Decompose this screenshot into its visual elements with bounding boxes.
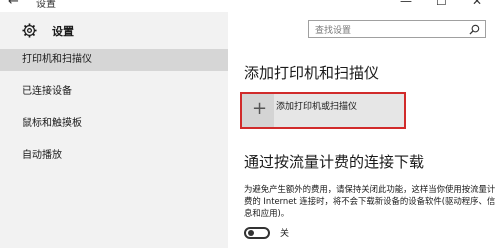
plus-icon: +	[242, 94, 274, 127]
maximize-icon[interactable]: ☐	[436, 0, 447, 8]
page-title: 添加打印机和扫描仪	[244, 64, 380, 82]
back-arrow-icon[interactable]: ←	[8, 0, 19, 9]
settings-window: ← 设置 — ☐ ✕ 设置 打印机和扫描仪 已连接设备 鼠标和触摸板 自动播放 …	[0, 0, 500, 248]
metered-section-title: 通过按流量计费的连接下载	[244, 153, 425, 171]
minimize-icon[interactable]: —	[400, 0, 412, 8]
search-placeholder: 查找设置	[315, 26, 352, 36]
sidebar-item-connected-devices[interactable]: 已连接设备	[0, 81, 228, 103]
metered-description: 为避免产生额外的费用，请保持关闭此功能，这样当你使用按流量计费的 Interne…	[244, 184, 496, 218]
search-icon[interactable]	[469, 24, 480, 35]
sidebar-item-mouse-touchpad[interactable]: 鼠标和触摸板	[0, 113, 228, 135]
window-title: 设置	[36, 0, 56, 10]
add-printer-label: 添加打印机或扫描仪	[276, 102, 358, 112]
plus-glyph: +	[252, 98, 268, 119]
gear-icon	[22, 23, 37, 38]
toggle-knob	[248, 230, 254, 236]
close-icon[interactable]: ✕	[472, 0, 482, 8]
sidebar-item-autoplay[interactable]: 自动播放	[0, 145, 228, 167]
metered-download-toggle[interactable]	[244, 227, 270, 239]
toggle-state-label: 关	[280, 229, 290, 239]
sidebar: 设置 打印机和扫描仪 已连接设备 鼠标和触摸板 自动播放	[0, 12, 228, 248]
sidebar-title: 设置	[52, 25, 74, 38]
sidebar-item-printers-scanners[interactable]: 打印机和扫描仪	[0, 49, 228, 71]
search-input[interactable]: 查找设置	[308, 20, 486, 38]
add-printer-button[interactable]: + 添加打印机或扫描仪	[240, 92, 406, 129]
main-content: 查找设置 添加打印机和扫描仪 + 添加打印机或扫描仪 通过按流量计费的连接下载 …	[228, 12, 500, 248]
title-bar: ← 设置 — ☐ ✕	[0, 0, 500, 12]
sidebar-header: 设置	[0, 12, 228, 44]
